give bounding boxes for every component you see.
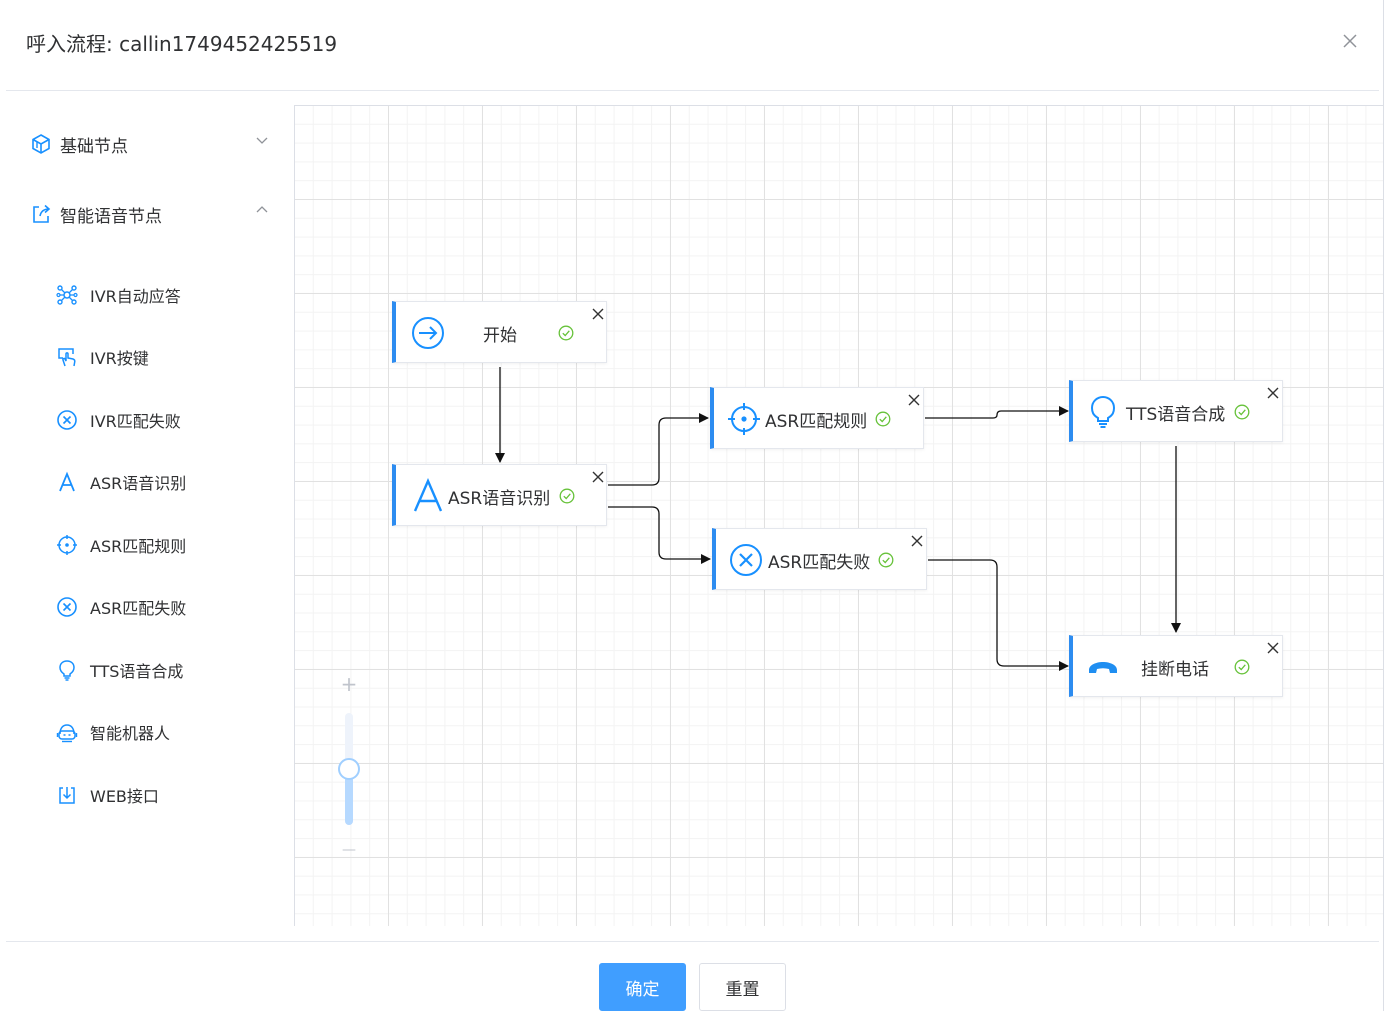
touch-icon [56, 346, 78, 368]
node-palette: 基础节点 智能语音节点 IVR自动应答 IVR按键 IVR匹配失败 ASR语音识… [0, 92, 292, 940]
palette-item-label: ASR匹配规则 [90, 537, 187, 556]
palette-item-web-api[interactable]: WEB接口 [56, 781, 159, 809]
zoom-in-button[interactable]: + [338, 674, 360, 694]
letter-a-icon [413, 478, 443, 512]
node-label: TTS语音合成 [1126, 405, 1226, 425]
letter-a-icon [56, 471, 78, 493]
check-circle-icon [559, 488, 575, 504]
close-icon[interactable] [907, 393, 921, 407]
network-icon [56, 284, 78, 306]
confirm-button[interactable]: 确定 [599, 963, 686, 1011]
target-icon [56, 534, 78, 556]
zoom-control: + — [338, 674, 360, 860]
palette-item-label: TTS语音合成 [90, 662, 184, 681]
group-label: 基础节点 [60, 136, 128, 157]
flow-node-start[interactable]: 开始 [392, 301, 607, 363]
download-box-icon [56, 784, 78, 806]
bulb-icon [1090, 395, 1116, 428]
group-label: 智能语音节点 [60, 206, 162, 227]
flow-node-tts-synthesis[interactable]: TTS语音合成 [1069, 380, 1283, 442]
flow-node-hangup[interactable]: 挂断电话 [1069, 635, 1283, 697]
header-divider [6, 90, 1379, 91]
close-icon[interactable] [1339, 30, 1361, 52]
cube-icon [32, 134, 50, 154]
chevron-down-icon[interactable] [254, 132, 270, 148]
flow-node-asr-match-fail[interactable]: ASR匹配失败 [712, 528, 927, 590]
group-smart-voice-nodes[interactable]: 智能语音节点 [30, 199, 162, 229]
palette-item-ivr-auto-answer[interactable]: IVR自动应答 [56, 281, 181, 309]
palette-item-smart-robot[interactable]: 智能机器人 [56, 718, 170, 746]
share-icon [33, 204, 51, 223]
close-icon[interactable] [591, 307, 605, 321]
palette-item-tts-synthesis[interactable]: TTS语音合成 [56, 656, 183, 684]
palette-item-label: IVR按键 [90, 349, 149, 368]
palette-item-label: 智能机器人 [90, 724, 171, 743]
target-icon [728, 403, 760, 435]
palette-item-asr-match-rule[interactable]: ASR匹配规则 [56, 531, 186, 559]
arrow-circle-icon [412, 317, 444, 349]
flow-node-asr-recognition[interactable]: ASR语音识别 [392, 464, 607, 526]
group-basic-nodes[interactable]: 基础节点 [30, 129, 128, 159]
robot-icon [56, 721, 78, 743]
palette-item-asr-recognition[interactable]: ASR语音识别 [56, 468, 186, 496]
palette-item-label: IVR匹配失败 [90, 412, 181, 431]
node-label: ASR匹配失败 [768, 553, 871, 573]
palette-item-label: IVR自动应答 [90, 287, 181, 306]
node-label: 开始 [483, 326, 517, 346]
check-circle-icon [875, 411, 891, 427]
footer-divider [6, 941, 1379, 942]
dialog-title: 呼入流程: callin1749452425519 [26, 32, 338, 56]
palette-item-label: WEB接口 [90, 787, 159, 806]
close-icon[interactable] [910, 534, 924, 548]
cross-circle-icon [56, 409, 78, 431]
node-label: 挂断电话 [1141, 660, 1209, 680]
flow-dialog: 呼入流程: callin1749452425519 基础节点 智能语音节点 IV… [0, 0, 1384, 1011]
palette-item-label: ASR匹配失败 [90, 599, 187, 618]
check-circle-icon [1234, 404, 1250, 420]
zoom-out-button[interactable]: — [338, 840, 360, 860]
bulb-icon [56, 659, 78, 681]
chevron-up-icon[interactable] [254, 202, 270, 218]
check-circle-icon [1234, 659, 1250, 675]
zoom-slider-handle[interactable] [338, 758, 360, 780]
close-icon[interactable] [591, 470, 605, 484]
flow-node-asr-match-rule[interactable]: ASR匹配规则 [710, 387, 924, 449]
check-circle-icon [558, 325, 574, 341]
palette-item-ivr-match-fail[interactable]: IVR匹配失败 [56, 406, 181, 434]
phone-hangup-icon [1089, 662, 1117, 673]
reset-button[interactable]: 重置 [699, 963, 786, 1011]
cross-circle-icon [56, 596, 78, 618]
close-icon[interactable] [1266, 641, 1280, 655]
dialog-header: 呼入流程: callin1749452425519 [0, 0, 1383, 90]
node-label: ASR语音识别 [448, 489, 551, 509]
palette-item-ivr-keypress[interactable]: IVR按键 [56, 343, 149, 371]
node-label: ASR匹配规则 [765, 412, 868, 432]
cross-circle-icon [730, 544, 762, 576]
check-circle-icon [878, 552, 894, 568]
palette-item-asr-match-fail[interactable]: ASR匹配失败 [56, 593, 186, 621]
close-icon[interactable] [1266, 386, 1280, 400]
palette-item-label: ASR语音识别 [90, 474, 187, 493]
